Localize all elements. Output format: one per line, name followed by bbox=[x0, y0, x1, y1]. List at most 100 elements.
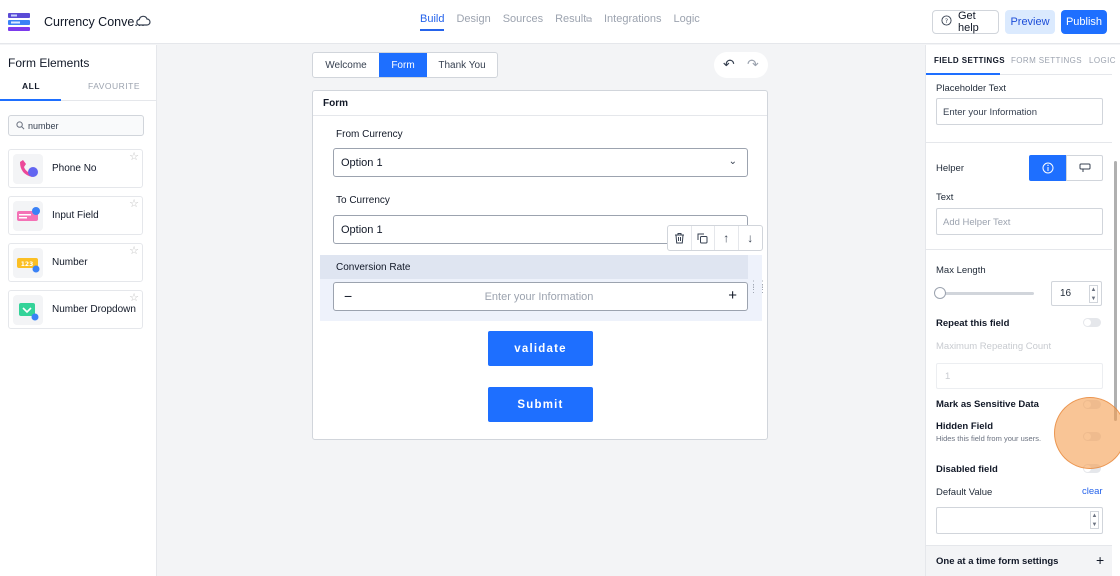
move-down-icon[interactable]: ↓ bbox=[739, 226, 762, 250]
decrement-button[interactable]: − bbox=[344, 288, 352, 304]
tab-favourite[interactable]: FAVOURITE bbox=[88, 81, 140, 91]
element-number[interactable]: 123 Number ☆ bbox=[8, 243, 143, 282]
tab-form[interactable]: Form bbox=[379, 53, 427, 77]
form-heading: Form bbox=[323, 98, 348, 109]
field-toolbar: ↑ ↓ bbox=[667, 225, 763, 251]
helper-text-field bbox=[936, 208, 1103, 235]
from-currency-select[interactable]: Option 1 ⌄ bbox=[333, 148, 748, 177]
to-currency-label: To Currency bbox=[336, 195, 390, 206]
cloud-save-icon bbox=[135, 14, 151, 28]
redo-icon[interactable]: ↷ bbox=[747, 56, 759, 73]
active-tab-indicator bbox=[0, 99, 61, 101]
element-phone-no[interactable]: Phone No ☆ bbox=[8, 149, 143, 188]
helper-label: Helper bbox=[936, 163, 964, 174]
hidden-field-label: Hidden Field bbox=[936, 421, 993, 432]
tooltip-icon bbox=[1079, 163, 1090, 172]
max-repeat-value: 1 bbox=[945, 371, 951, 382]
top-bar: Currency Conve... Build Design Sources R… bbox=[0, 0, 1120, 44]
favourite-star-icon[interactable]: ☆ bbox=[129, 244, 139, 257]
active-settings-tab-indicator bbox=[926, 73, 1000, 75]
max-repeat-label: Maximum Repeating Count bbox=[936, 341, 1052, 352]
form-title[interactable]: Currency Conve... bbox=[44, 15, 145, 29]
section-divider bbox=[926, 142, 1112, 143]
placeholder-text-field bbox=[936, 98, 1103, 125]
move-up-icon[interactable]: ↑ bbox=[715, 226, 739, 250]
placeholder-text-input[interactable] bbox=[943, 105, 1093, 119]
click-highlight-indicator bbox=[1054, 397, 1120, 469]
element-number-dropdown[interactable]: Number Dropdown ☆ bbox=[8, 290, 143, 329]
favourite-star-icon[interactable]: ☆ bbox=[129, 197, 139, 210]
expand-plus-icon[interactable]: + bbox=[1096, 552, 1104, 568]
repeat-field-toggle[interactable] bbox=[1083, 318, 1101, 327]
clear-default-link[interactable]: clear bbox=[1082, 486, 1103, 497]
conversion-rate-input[interactable] bbox=[374, 289, 704, 305]
nav-integrations[interactable]: Integrations bbox=[604, 0, 661, 44]
max-length-label: Max Length bbox=[936, 265, 986, 276]
nav-result[interactable]: Result⧉ bbox=[555, 0, 592, 44]
validate-button[interactable]: validate bbox=[488, 331, 593, 366]
nav-build[interactable]: Build bbox=[420, 0, 445, 44]
favourite-star-icon[interactable]: ☆ bbox=[129, 291, 139, 304]
app-logo-icon[interactable] bbox=[8, 12, 32, 32]
placeholder-text-label: Placeholder Text bbox=[936, 83, 1007, 94]
search-input[interactable] bbox=[28, 119, 138, 133]
nav-result-label: Result bbox=[555, 13, 587, 25]
element-label: Input Field bbox=[52, 210, 99, 221]
preview-button[interactable]: Preview bbox=[1005, 10, 1055, 34]
submit-button[interactable]: Submit bbox=[488, 387, 593, 422]
tab-logic[interactable]: LOGIC bbox=[1089, 56, 1116, 65]
nav-sources[interactable]: Sources bbox=[503, 0, 543, 44]
tab-all[interactable]: ALL bbox=[22, 81, 40, 91]
helper-tooltip-toggle[interactable] bbox=[1066, 155, 1103, 181]
helper-text-label: Text bbox=[936, 192, 954, 203]
tab-field-settings[interactable]: FIELD SETTINGS bbox=[934, 56, 1005, 65]
undo-icon[interactable]: ↶ bbox=[723, 56, 735, 73]
tab-thank-you[interactable]: Thank You bbox=[427, 53, 497, 77]
info-icon bbox=[1042, 162, 1053, 174]
increment-button[interactable]: + bbox=[728, 287, 737, 304]
nav-logic[interactable]: Logic bbox=[673, 0, 699, 44]
helper-info-toggle[interactable] bbox=[1029, 155, 1066, 181]
get-help-label: Get help bbox=[958, 10, 979, 34]
one-at-a-time-label: One at a time form settings bbox=[936, 556, 1059, 567]
max-length-number-input[interactable]: 16 ▲ ▼ bbox=[1051, 281, 1102, 306]
number-dropdown-icon bbox=[13, 295, 43, 325]
max-length-slider-track[interactable] bbox=[940, 292, 1034, 295]
to-currency-value: Option 1 bbox=[341, 224, 383, 236]
drag-handle-icon[interactable]: ⋮⋮ ⋮⋮ bbox=[749, 280, 767, 294]
element-label: Phone No bbox=[52, 163, 97, 174]
max-repeat-input: 1 bbox=[936, 363, 1103, 389]
from-currency-label: From Currency bbox=[336, 129, 403, 140]
settings-scrollbar[interactable] bbox=[1114, 161, 1117, 421]
nav-design[interactable]: Design bbox=[456, 0, 490, 44]
max-length-value: 16 bbox=[1060, 288, 1072, 299]
undo-redo-group: ↶ ↷ bbox=[714, 52, 768, 78]
from-currency-value: Option 1 bbox=[341, 157, 383, 169]
form-elements-sidebar: Form Elements ALL FAVOURITE Phone No ☆ I… bbox=[0, 45, 157, 576]
max-length-slider-handle[interactable] bbox=[934, 287, 946, 299]
publish-button[interactable]: Publish bbox=[1061, 10, 1107, 34]
helper-text-input[interactable] bbox=[943, 215, 1093, 229]
conversion-rate-stepper: − + bbox=[333, 282, 748, 311]
delete-icon[interactable] bbox=[668, 226, 692, 250]
get-help-button[interactable]: ? Get help bbox=[932, 10, 999, 34]
element-input-field[interactable]: Input Field ☆ bbox=[8, 196, 143, 235]
default-value-input[interactable]: ▲ ▼ bbox=[936, 507, 1103, 534]
one-at-a-time-section[interactable]: One at a time form settings + bbox=[926, 545, 1112, 576]
tab-form-settings[interactable]: FORM SETTINGS bbox=[1011, 56, 1082, 65]
element-label: Number Dropdown bbox=[52, 304, 136, 315]
sidebar-title: Form Elements bbox=[8, 56, 90, 70]
phone-icon bbox=[13, 154, 43, 184]
number-spinner-icon[interactable]: ▲ ▼ bbox=[1090, 511, 1099, 529]
tab-welcome[interactable]: Welcome bbox=[313, 53, 379, 77]
favourite-star-icon[interactable]: ☆ bbox=[129, 150, 139, 163]
input-field-icon bbox=[13, 201, 43, 231]
external-link-icon: ⧉ bbox=[586, 15, 592, 24]
number-spinner-icon[interactable]: ▲ ▼ bbox=[1089, 285, 1098, 303]
conversion-rate-label: Conversion Rate bbox=[336, 262, 411, 273]
duplicate-icon[interactable] bbox=[692, 226, 715, 250]
disabled-field-label: Disabled field bbox=[936, 464, 998, 475]
default-value-label: Default Value bbox=[936, 487, 993, 498]
svg-text:?: ? bbox=[945, 17, 948, 25]
element-label: Number bbox=[52, 257, 88, 268]
